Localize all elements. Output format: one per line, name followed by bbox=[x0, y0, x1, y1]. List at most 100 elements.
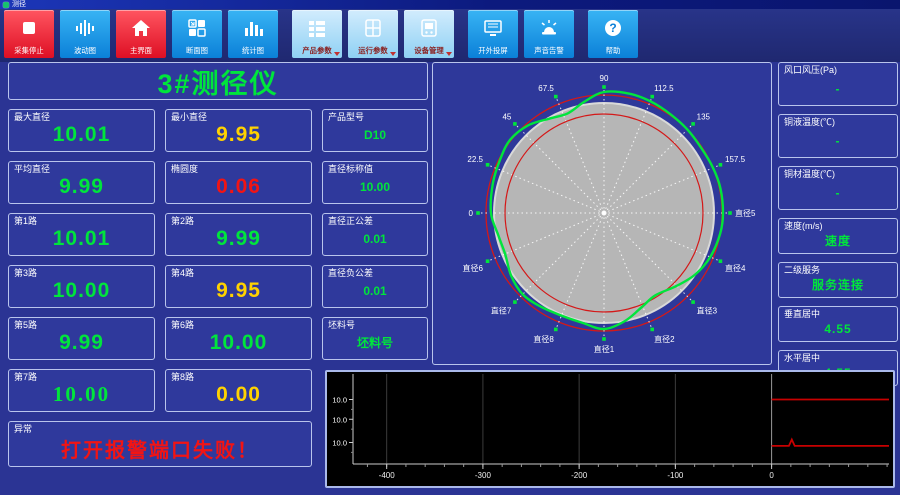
help-button[interactable]: ? 帮助 bbox=[588, 10, 638, 58]
button-label: 运行参数 bbox=[358, 46, 388, 55]
vertical-center-cell: 垂直居中 4.55 bbox=[778, 306, 898, 342]
path8-cell: 第8路 0.00 bbox=[165, 369, 312, 412]
button-label: 帮助 bbox=[605, 46, 621, 55]
button-label: 波动图 bbox=[73, 46, 97, 55]
minus-tolerance-cell: 直径负公差 0.01 bbox=[322, 265, 428, 308]
window-title: 测径 bbox=[12, 1, 26, 8]
button-label: 统计图 bbox=[241, 46, 265, 55]
svg-text:直径5: 直径5 bbox=[735, 208, 756, 218]
path1-cell: 第1路 10.01 bbox=[8, 213, 155, 256]
cell-value: - bbox=[835, 185, 841, 200]
copper-material-temp-cell: 铜材温度(℃) - bbox=[778, 166, 898, 210]
cell-value: 10.00 bbox=[359, 179, 391, 194]
avg-diameter-cell: 平均直径 9.99 bbox=[8, 161, 155, 204]
svg-text:10.0: 10.0 bbox=[332, 396, 347, 405]
svg-text:10.0: 10.0 bbox=[332, 415, 347, 424]
dropdown-arrow-icon bbox=[390, 52, 396, 56]
button-label: 产品参数 bbox=[302, 46, 332, 55]
billet-number-cell: 坯料号 坯料号 bbox=[322, 317, 428, 360]
svg-text:-200: -200 bbox=[571, 471, 588, 480]
cell-value: 9.99 bbox=[59, 330, 104, 354]
cell-value: 0.01 bbox=[363, 231, 387, 246]
app-window: { "window": { "title": "测径" }, "colors":… bbox=[0, 0, 900, 495]
button-label: 主界面 bbox=[129, 46, 153, 55]
cell-value: 4.55 bbox=[824, 321, 852, 336]
external-screen-button[interactable]: 开外投屏 bbox=[468, 10, 518, 58]
cell-value: 9.99 bbox=[216, 226, 261, 250]
cell-value: 9.95 bbox=[216, 122, 261, 146]
alarm-cell: 异常 打开报警端口失败！ bbox=[8, 421, 312, 467]
cell-value: D10 bbox=[363, 127, 386, 142]
svg-text:10.0: 10.0 bbox=[332, 439, 347, 448]
max-diameter-cell: 最大直径 10.01 bbox=[8, 109, 155, 152]
cell-value: 10.00 bbox=[52, 278, 111, 302]
device-manage-button[interactable]: 设备管理 bbox=[404, 10, 454, 58]
stats-chart-button[interactable]: 统计图 bbox=[228, 10, 278, 58]
cell-value: 10.00 bbox=[209, 330, 268, 354]
air-pressure-cell: 风口风压(Pa) - bbox=[778, 62, 898, 106]
svg-text:直径6: 直径6 bbox=[463, 263, 484, 273]
service-status-cell: 二级服务 服务连接 bbox=[778, 262, 898, 298]
device-manage-icon bbox=[404, 10, 454, 46]
cross-section-chart-panel: 直径5 157.5 135 112.5 90 67.5 45 22.5 0 直径6 直径7 直径8 直径… bbox=[432, 62, 772, 365]
service-status: 服务连接 bbox=[811, 278, 864, 292]
cell-value: 0.01 bbox=[363, 283, 387, 298]
sound-alarm-button[interactable]: 声音告警 bbox=[524, 10, 574, 58]
wave-chart-button[interactable]: 波动图 bbox=[60, 10, 110, 58]
main-screen-button[interactable]: 主界面 bbox=[116, 10, 166, 58]
cell-value: - bbox=[835, 133, 841, 148]
nominal-diameter-cell: 直径标称值 10.00 bbox=[322, 161, 428, 204]
section-chart-button[interactable]: 断面图 bbox=[172, 10, 222, 58]
svg-text:0: 0 bbox=[769, 471, 774, 480]
waveform-icon bbox=[60, 10, 110, 46]
path6-cell: 第6路 10.00 bbox=[165, 317, 312, 360]
svg-text:45: 45 bbox=[502, 112, 511, 121]
svg-text:直径2: 直径2 bbox=[654, 334, 675, 344]
product-model-cell: 产品型号 D10 bbox=[322, 109, 428, 152]
home-icon bbox=[116, 10, 166, 46]
gauge-title: 3#测径仪 bbox=[157, 68, 279, 99]
product-params-button[interactable]: 产品参数 bbox=[292, 10, 342, 58]
cell-value: 9.99 bbox=[59, 174, 104, 198]
svg-text:135: 135 bbox=[697, 112, 711, 121]
trend-chart: 10.0 10.0 10.0 -400 -300 -200 -100 0 bbox=[332, 374, 889, 480]
svg-text:直径8: 直径8 bbox=[533, 334, 554, 344]
path7-cell: 第7路 10.00 bbox=[8, 369, 155, 412]
svg-text:直径4: 直径4 bbox=[725, 263, 746, 273]
cell-value: 10.00 bbox=[52, 382, 111, 406]
alarm-message: 打开报警端口失败！ bbox=[61, 439, 259, 462]
cell-value: 10.01 bbox=[52, 226, 111, 250]
stop-icon bbox=[4, 10, 54, 46]
cell-value: 速度 bbox=[824, 234, 851, 248]
button-label: 断面图 bbox=[185, 46, 209, 55]
svg-text:直径1: 直径1 bbox=[594, 344, 615, 354]
dropdown-arrow-icon bbox=[446, 52, 452, 56]
run-params-icon bbox=[348, 10, 398, 46]
ovality-cell: 椭圆度 0.06 bbox=[165, 161, 312, 204]
cell-value: 0.06 bbox=[216, 174, 261, 198]
trend-chart-panel: 10.0 10.0 10.0 -400 -300 -200 -100 0 bbox=[325, 370, 895, 488]
svg-text:-300: -300 bbox=[475, 471, 492, 480]
cell-value: - bbox=[835, 81, 841, 96]
cell-value: 9.95 bbox=[216, 278, 261, 302]
cell-value: 坯料号 bbox=[356, 336, 393, 350]
section-view-icon bbox=[172, 10, 222, 46]
button-label: 开外投屏 bbox=[478, 46, 508, 55]
run-params-button[interactable]: 运行参数 bbox=[348, 10, 398, 58]
app-icon bbox=[3, 1, 9, 8]
alarm-icon bbox=[524, 10, 574, 46]
plus-tolerance-cell: 直径正公差 0.01 bbox=[322, 213, 428, 256]
svg-text:90: 90 bbox=[600, 74, 609, 83]
help-icon: ? bbox=[588, 10, 638, 46]
status-column: 风口风压(Pa) - 铜液温度(℃) - 铜材温度(℃) - 速度(m/s) 速… bbox=[778, 62, 898, 386]
button-label: 声音告警 bbox=[534, 46, 564, 55]
svg-text:0: 0 bbox=[469, 209, 474, 218]
button-label: 设备管理 bbox=[414, 46, 444, 55]
collect-stop-button[interactable]: 采集停止 bbox=[4, 10, 54, 58]
cell-value: 0.00 bbox=[216, 382, 261, 406]
svg-text:-400: -400 bbox=[379, 471, 396, 480]
button-label: 采集停止 bbox=[14, 46, 44, 55]
cell-value: 10.01 bbox=[52, 122, 111, 146]
path2-cell: 第2路 9.99 bbox=[165, 213, 312, 256]
svg-text:112.5: 112.5 bbox=[654, 84, 674, 93]
